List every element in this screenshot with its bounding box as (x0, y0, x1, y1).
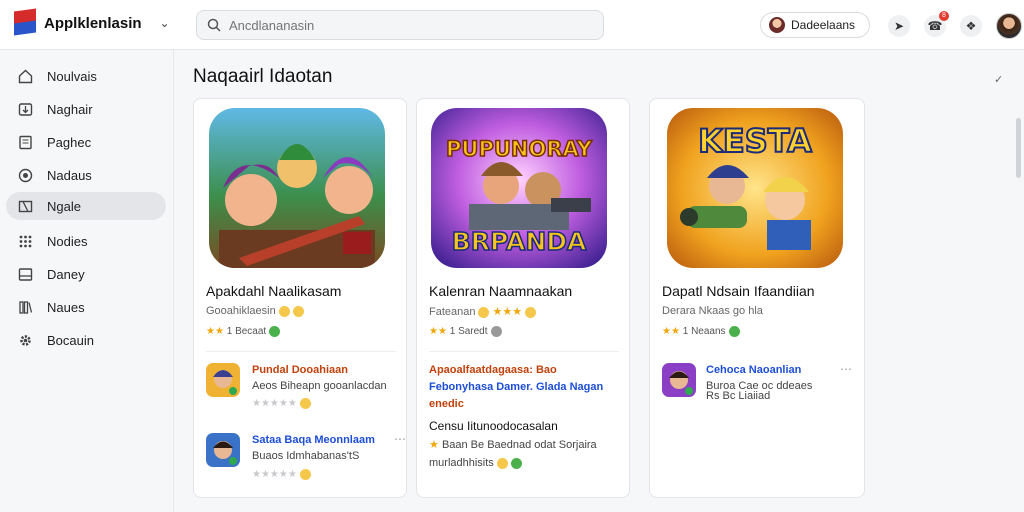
search-box[interactable] (196, 10, 604, 40)
app-developer-2: Fateanan ★★★ (429, 305, 537, 318)
sidebar-item-3[interactable]: Nadaus (6, 161, 166, 189)
user-avatar-icon (769, 17, 785, 33)
brand[interactable]: Applklenlasin ⌄ (14, 8, 170, 36)
sidebar-item-7[interactable]: Naues (6, 293, 166, 321)
app-icon-3[interactable]: KESTA (667, 108, 843, 268)
film-icon (17, 198, 33, 214)
grid-icon (17, 233, 33, 249)
app-icon-1[interactable] (209, 108, 385, 268)
rating-row-3: ★★ 1 Neaans (662, 326, 740, 337)
related-rating-1b: ★★★★★ (252, 469, 311, 480)
sidebar: Noulvais Naghair Paghec Nadaus Ngale Nod… (0, 50, 174, 512)
gear-icon (17, 332, 33, 348)
more-icon[interactable]: ⋯ (394, 432, 406, 446)
top-icons: ➤ ☎ 8 ❖ (888, 11, 1022, 39)
related-rating-1a: ★★★★★ (252, 398, 311, 409)
app-icon-2[interactable]: PUPUNORAY BRPANDA (431, 108, 607, 268)
app-card-1[interactable]: Apakdahl Naalikasam Gooahiklaesin ★★ 1 B… (193, 98, 407, 498)
related-sub-3b: Rs Bc Liaiiad (706, 390, 771, 402)
user-chip[interactable]: Dadeelaans (760, 12, 870, 38)
related-text-line[interactable]: Febonyhasa Damer. Glada Nagan (429, 381, 603, 393)
related-text-line[interactable]: Censu Iitunoodocasalan (429, 419, 558, 433)
divider (206, 351, 396, 352)
related-thumb-3a[interactable] (662, 363, 696, 397)
check-icon[interactable]: ✓ (994, 73, 1003, 86)
books-icon (17, 299, 33, 315)
scrollbar[interactable] (1016, 118, 1021, 178)
icon-subtitle: BRPANDA (452, 227, 587, 256)
bell-icon[interactable]: ☎ 8 (924, 11, 949, 37)
related-title-3a[interactable]: Cehoca Naoanlian (706, 364, 801, 376)
sidebar-item-1[interactable]: Naghair (6, 95, 166, 123)
related-text-line: ★ Baan Be Baednad odat Sorjaira (429, 439, 597, 451)
apps-icon[interactable]: ❖ (960, 15, 982, 37)
top-bar: Applklenlasin ⌄ Dadeelaans ➤ ☎8 ❖ (0, 0, 1024, 50)
send-icon[interactable]: ➤ (888, 15, 910, 37)
related-text-line: murladhhisits (429, 457, 522, 469)
sidebar-item-label: Paghec (47, 134, 92, 150)
app-logo (14, 8, 36, 36)
rating-row-2: ★★ 1 Saredt (429, 326, 502, 337)
sidebar-item-2[interactable]: Paghec (6, 128, 166, 156)
user-chip-label: Dadeelaans (791, 18, 856, 32)
sidebar-item-5[interactable]: Nodies (6, 227, 166, 255)
sidebar-item-label: Nodies (47, 233, 88, 249)
compass-icon (17, 167, 33, 183)
rating-row-1: ★★ 1 Becaat (206, 326, 281, 337)
inbox-icon (17, 266, 33, 282)
sidebar-item-label: Daney (47, 266, 85, 282)
page-title: Naqaairl Idaotan (193, 66, 333, 87)
sidebar-item-label: Naues (47, 299, 85, 315)
related-sub-1a: Aeos Biheapn gooanlacdan (252, 380, 387, 392)
related-title-1a[interactable]: Pundal Dooahiaan (252, 364, 348, 376)
app-card-3[interactable]: KESTA Dapatl Ndsain Ifaandiian Derara Nk… (649, 98, 865, 498)
chevron-down-icon[interactable]: ⌄ (160, 16, 170, 30)
icon-title: PUPUNORAY (446, 137, 593, 161)
sidebar-item-label: Bocauin (47, 332, 94, 348)
related-title-1b[interactable]: Sataa Baqa Meonnlaam (252, 434, 375, 446)
icon-title: KESTA (698, 122, 812, 160)
sidebar-item-6[interactable]: Daney (6, 260, 166, 288)
app-name-1[interactable]: Apakdahl Naalikasam (206, 283, 341, 299)
home-icon (17, 68, 33, 84)
app-name-3[interactable]: Dapatl Ndsain Ifaandiian (662, 283, 815, 299)
sidebar-item-label: Ngale (47, 198, 81, 214)
search-input[interactable] (229, 17, 589, 33)
sidebar-item-4[interactable]: Ngale (6, 192, 166, 220)
app-card-2[interactable]: PUPUNORAY BRPANDA Kalenran Naamnaakan Fa… (416, 98, 630, 498)
sidebar-item-label: Noulvais (47, 68, 97, 84)
app-developer-3: Derara Nkaas go hla (662, 305, 763, 317)
app-name-2[interactable]: Kalenran Naamnaakan (429, 283, 572, 299)
sidebar-item-8[interactable]: Bocauin (6, 326, 166, 354)
related-sub-1b: Buaos Idmhabanas'tS (252, 450, 360, 462)
notification-badge: 8 (939, 11, 949, 21)
divider (429, 351, 619, 352)
avatar[interactable] (996, 13, 1022, 39)
related-thumb-1a[interactable] (206, 363, 240, 397)
related-text-line: enedic (429, 398, 464, 410)
app-name: Applklenlasin (44, 14, 142, 32)
download-icon (17, 101, 33, 117)
search-icon (207, 18, 221, 32)
page-icon (17, 134, 33, 150)
related-text-line[interactable]: Apaoalfaatdagaasa: Bao (429, 364, 557, 376)
app-developer-1: Gooahiklaesin (206, 305, 304, 317)
sidebar-item-0[interactable]: Noulvais (6, 62, 166, 90)
sidebar-item-label: Nadaus (47, 167, 92, 183)
related-thumb-1b[interactable] (206, 433, 240, 467)
sidebar-item-label: Naghair (47, 101, 93, 117)
more-icon[interactable]: ⋯ (840, 362, 852, 376)
